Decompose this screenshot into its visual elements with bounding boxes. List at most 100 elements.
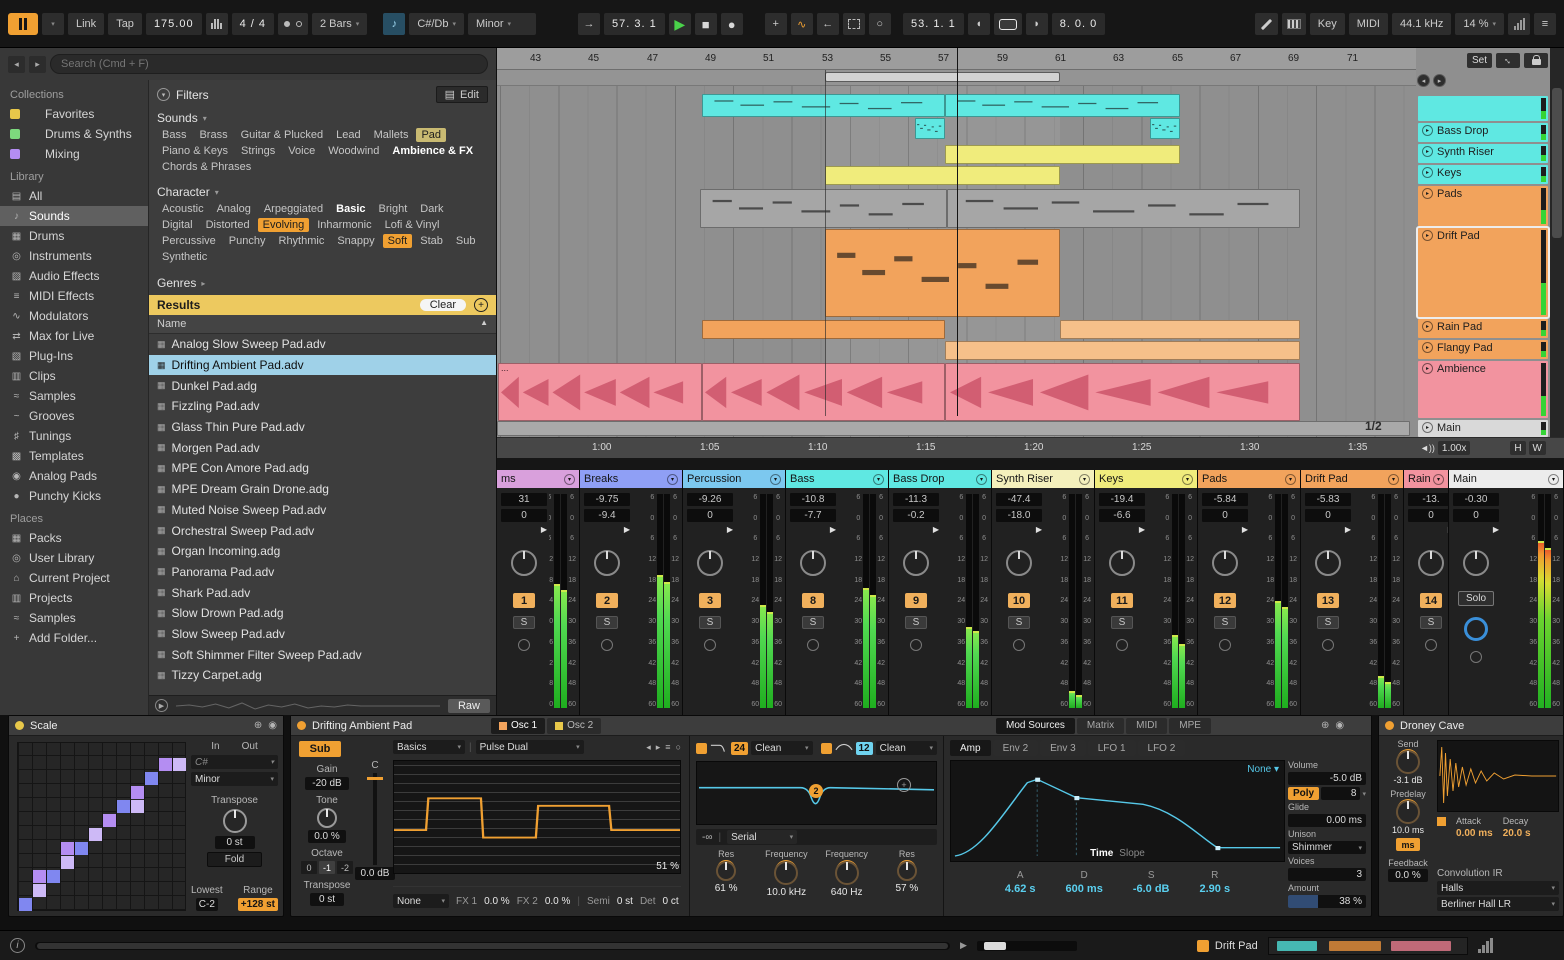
scroll-right-icon[interactable]: ▸ xyxy=(1433,74,1446,87)
result-row[interactable]: ▦ Organ Incoming.adg xyxy=(149,541,496,562)
envelope-display[interactable]: None ▾ Time Slope xyxy=(950,760,1285,862)
filter-1-type-select[interactable]: Clean ▾ xyxy=(751,741,813,755)
arrangement-overview[interactable] xyxy=(1267,936,1468,955)
track-play-icon[interactable]: ▸ xyxy=(1422,363,1433,374)
cpu-load-menu[interactable]: 14 % ▾ xyxy=(1455,13,1504,35)
pan-knob[interactable] xyxy=(1212,550,1238,576)
filter-node-handle[interactable]: 2 xyxy=(809,784,823,798)
transpose-value[interactable]: 0 st xyxy=(214,836,255,849)
send-value[interactable]: -3.1 dB xyxy=(1393,775,1422,785)
filter-tag[interactable]: Woodwind xyxy=(323,144,384,158)
result-row[interactable]: ▦ Orchestral Sweep Pad.adv xyxy=(149,520,496,541)
sub-osc-button[interactable]: Sub xyxy=(299,741,341,757)
track-gain-value[interactable]: 0 xyxy=(1408,509,1448,522)
arrangement-track-header[interactable]: ▸ Drift Pad xyxy=(1416,226,1550,319)
cue-volume-knob[interactable] xyxy=(1464,617,1488,641)
filter-display[interactable]: 2 + xyxy=(696,761,937,825)
selected-clip-chip[interactable]: Drift Pad xyxy=(1196,939,1258,952)
track-gain-value[interactable]: -18.0 xyxy=(996,509,1042,522)
loop-length-field[interactable]: 8. 0. 0 xyxy=(1051,13,1106,35)
track-collapse-icon[interactable]: ▾ xyxy=(1388,473,1399,485)
search-input[interactable] xyxy=(50,54,488,74)
sort-icon[interactable]: ▲ xyxy=(480,318,488,330)
monitor-icon[interactable] xyxy=(1470,651,1482,663)
envelope-stage-value[interactable]: -6.0 dB xyxy=(1133,883,1170,895)
track-volume-value[interactable]: -19.4 xyxy=(1099,493,1145,506)
filter-tag[interactable]: Mallets xyxy=(369,128,414,142)
res-2-value[interactable]: 57 % xyxy=(895,883,918,894)
time-signature-field[interactable]: 4 / 4 xyxy=(231,13,274,35)
track-play-icon[interactable]: ▸ xyxy=(1422,321,1433,332)
sidebar-item[interactable]: ▤ All xyxy=(0,186,148,206)
track-collapse-icon[interactable]: ▾ xyxy=(667,473,678,485)
clear-filters-button[interactable]: Clear xyxy=(419,299,466,311)
mod-target-select[interactable]: None ▾ xyxy=(1247,764,1279,775)
track-collapse-icon[interactable]: ▾ xyxy=(1079,473,1090,485)
clip[interactable] xyxy=(825,229,1060,317)
result-row[interactable]: ▦ Fizzling Pad.adv xyxy=(149,396,496,417)
follow-playhead-icon[interactable]: ○ xyxy=(868,13,891,35)
hot-swap-icon[interactable]: ⊕ xyxy=(1321,720,1329,731)
freq-1-knob[interactable] xyxy=(774,861,799,885)
tap-tempo-button[interactable]: Tap xyxy=(108,13,142,35)
scale-grid-cell[interactable] xyxy=(47,870,60,883)
filter-tag[interactable]: Distorted xyxy=(201,218,255,232)
pan-knob[interactable] xyxy=(903,550,929,576)
filter-node-2-handle[interactable]: + xyxy=(897,778,911,792)
wavetable-display[interactable] xyxy=(393,760,681,874)
sidebar-item[interactable]: Favorites xyxy=(0,104,148,124)
s-button[interactable]: S xyxy=(699,616,721,629)
pan-knob[interactable] xyxy=(1418,550,1444,576)
envelope-stage[interactable]: A 4.62 s xyxy=(1005,870,1036,908)
mixer-track-header[interactable]: Pads ▾ xyxy=(1198,470,1300,488)
s-button[interactable]: S xyxy=(596,616,618,629)
scale-device-title-bar[interactable]: Scale ⊕ ◉ xyxy=(9,716,283,736)
filter-tag[interactable]: Arpeggiated xyxy=(259,202,328,216)
device-activator[interactable] xyxy=(1385,721,1394,730)
filter-tag[interactable]: Acoustic xyxy=(157,202,209,216)
clip[interactable] xyxy=(702,363,945,421)
mini-scrollbar[interactable] xyxy=(976,940,1077,951)
menu-hamburger-icon[interactable]: ≡ xyxy=(1534,13,1556,35)
monitor-icon[interactable] xyxy=(1219,639,1231,651)
mixer-track-header[interactable]: Breaks ▾ xyxy=(580,470,682,488)
loop-brace[interactable] xyxy=(825,72,1060,82)
envelope-tab[interactable]: LFO 1 xyxy=(1087,740,1136,756)
raw-button[interactable]: Raw xyxy=(447,698,490,713)
track-play-icon[interactable]: ▸ xyxy=(1422,422,1433,433)
envelope-tab[interactable]: Env 3 xyxy=(1040,740,1086,756)
volume-value[interactable]: -5.0 dB xyxy=(1288,772,1366,785)
filter-tag[interactable]: Basic xyxy=(331,202,370,216)
arrangement-position-field[interactable]: 57. 3. 1 xyxy=(604,13,665,35)
loop-start-field[interactable]: 53. 1. 1 xyxy=(903,13,964,35)
arrangement-track-header[interactable]: ▸ Main xyxy=(1418,420,1548,437)
detune-value[interactable]: 0 ct xyxy=(663,896,679,907)
scale-grid-cell[interactable] xyxy=(33,870,46,883)
unison-voices-value[interactable]: 3 xyxy=(1288,868,1366,881)
wavetable-bank-select[interactable]: Basics ▾ xyxy=(393,740,465,754)
pan-knob[interactable] xyxy=(697,550,723,576)
res-1-value[interactable]: 61 % xyxy=(715,883,738,894)
result-row[interactable]: ▦ MPE Con Amore Pad.adg xyxy=(149,458,496,479)
track-number-badge[interactable]: 14 xyxy=(1420,593,1442,608)
device-activator[interactable] xyxy=(15,721,24,730)
mod-section-tab[interactable]: MPE xyxy=(1169,717,1211,734)
zoom-to-fit-icon[interactable]: ↔ xyxy=(1496,53,1520,68)
scale-grid-cell[interactable] xyxy=(131,786,144,799)
browser-forward-icon[interactable]: ▸ xyxy=(29,55,46,73)
lock-icon[interactable] xyxy=(1524,53,1548,68)
scale-grid-cell[interactable] xyxy=(61,842,74,855)
filter-tag[interactable]: Percussive xyxy=(157,234,221,248)
clip[interactable] xyxy=(945,94,1180,117)
monitor-icon[interactable] xyxy=(601,639,613,651)
track-number-badge[interactable]: 12 xyxy=(1214,593,1236,608)
info-icon[interactable]: i xyxy=(10,938,25,953)
track-play-icon[interactable]: ▸ xyxy=(1422,342,1433,353)
pan-knob[interactable] xyxy=(1463,550,1489,576)
add-filter-icon[interactable]: + xyxy=(474,298,488,312)
clip[interactable] xyxy=(702,94,945,117)
arrangement-track-header[interactable]: ▸ Pads xyxy=(1418,186,1548,226)
result-row[interactable]: ▦ Slow Drown Pad.adg xyxy=(149,603,496,624)
height-zoom-button[interactable]: H xyxy=(1510,441,1526,455)
track-collapse-icon[interactable]: ▾ xyxy=(564,473,575,485)
